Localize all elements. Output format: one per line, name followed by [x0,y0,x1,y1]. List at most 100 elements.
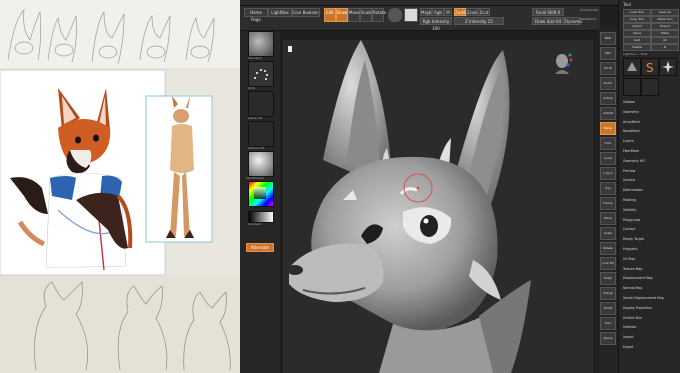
tool-button-import[interactable]: Import [623,23,651,30]
zsub-button[interactable]: Zsub [466,8,478,16]
tool-thumb-polymesh[interactable] [623,58,641,76]
tool-button-visible[interactable]: Visible [623,44,651,51]
right-button-solo[interactable]: Solo [600,317,616,330]
tool-menu-vector-displacement-map[interactable]: Vector Displacement Map [623,296,664,300]
tool-menu-display-properties[interactable]: Display Properties [623,306,652,310]
tool-button-make-polymesh3d[interactable]: Make PolyMesh3D [651,30,679,40]
draw-size-slider[interactable]: Draw Size 64 [532,17,564,25]
svg-text:S: S [646,61,654,75]
tool-menu-export[interactable]: Export [623,345,633,349]
tool-button-copy-tool[interactable]: Copy Tool [623,16,651,23]
tool-menu-deformation[interactable]: Deformation [623,188,643,192]
tool-menu-displacement-map[interactable]: Displacement Map [623,276,653,280]
tool-menu-unified-skin[interactable]: Unified Skin [623,316,642,320]
rgb-button[interactable]: Rgb [432,8,444,16]
zcut-button[interactable]: Zcut [478,8,490,16]
home-page-button[interactable]: Home Page [244,8,268,22]
right-button-line-fill[interactable]: Line Fill [600,257,616,270]
right-button-persp[interactable]: Persp [600,122,616,135]
left-shelf: Standard Dots Alpha Off Texture Off Skin… [240,31,280,373]
tool-menu-arraymesh[interactable]: ArrayMesh [623,120,640,124]
dynamic-button[interactable]: Dynamic [564,17,583,25]
tool-menu-preview[interactable]: Preview [623,169,635,173]
zadd-button[interactable]: Zadd [454,8,466,16]
tool-menu-nanomesh[interactable]: NanoMesh [623,129,640,133]
rotate-mode-button[interactable]: Rotate [372,8,386,22]
right-button-xyz[interactable]: Xyz [600,182,616,195]
3d-viewport[interactable] [283,40,593,373]
mrgb-button[interactable]: Mrgb [420,8,432,16]
right-button-floor[interactable]: Floor [600,137,616,150]
tool-menu-polypaint[interactable]: Polypaint [623,247,638,251]
right-button-aahalf[interactable]: AAHalf [600,107,616,120]
tool-menu-subtool[interactable]: Subtool [623,100,635,104]
brush-standard-icon[interactable] [248,31,274,57]
right-button-frame[interactable]: Frame [600,197,616,210]
draw-mode-button[interactable]: Draw [336,8,348,22]
tool-menu-surface[interactable]: Surface [623,178,635,182]
tool-menu-texture-map[interactable]: Texture Map [623,267,642,271]
right-button-rotate[interactable]: Rotate [600,242,616,255]
reference-image-panel [0,0,240,373]
scale-mode-button[interactable]: Scale [360,8,372,22]
color-picker-icon[interactable] [248,181,274,207]
tool-menu-masking[interactable]: Masking [623,198,636,202]
tool-thumb-sphere[interactable] [641,78,659,96]
m-button[interactable]: M [444,8,452,16]
tool-button-r[interactable]: R [651,44,679,51]
right-button-spix[interactable]: SPix [600,47,616,60]
tool-menu-geometry-hd[interactable]: Geometry HD [623,159,645,163]
tool-button-clone[interactable]: Clone [623,30,651,37]
tool-menu-geometry[interactable]: Geometry [623,110,639,114]
right-button-move[interactable]: Move [600,212,616,225]
right-button-scale[interactable]: Scale [600,227,616,240]
navigation-head-icon[interactable] [551,52,573,76]
right-button-l-sym[interactable]: L.Sym [600,167,616,180]
tool-menu-initialize[interactable]: Initialize [623,325,636,329]
move-mode-button[interactable]: Move [348,8,360,22]
focal-shift-slider[interactable]: Focal Shift 0 [532,8,564,16]
right-button-bpr[interactable]: BPR [600,32,616,45]
right-button-actual[interactable]: Actual [600,92,616,105]
tool-menu-normal-map[interactable]: Normal Map [623,286,642,290]
texture-off-icon[interactable] [248,121,274,147]
stroke-dots-icon[interactable] [248,61,274,87]
right-button-zoom[interactable]: Zoom [600,77,616,90]
right-button-local[interactable]: Local [600,152,616,165]
tool-menu-fibermesh[interactable]: FiberMesh [623,149,639,153]
tool-button-save-as[interactable]: Save As [651,9,679,16]
right-button-xpose[interactable]: Xpose [600,332,616,345]
tool-thumb-simplebrush[interactable]: S [641,58,659,76]
right-button-scroll[interactable]: Scroll [600,62,616,75]
lightbox-button[interactable]: LightBox [268,8,292,17]
tool-menu-import[interactable]: Import [623,335,634,339]
concept-sketches-image [0,0,240,373]
tool-palette-title: Tool [623,2,631,7]
tool-menu-contact[interactable]: Contact [623,227,635,231]
z-intensity-slider[interactable]: Z Intensity 25 [454,17,504,25]
tool-menu-polygroups[interactable]: Polygroups [623,218,640,222]
lightbox-tools-label[interactable]: Lightbox > Tools [623,52,648,56]
tool-button-paste-tool[interactable]: Paste Tool [651,16,679,23]
tool-menu-layers[interactable]: Layers [623,139,634,143]
tool-button-goz[interactable]: GoZ [623,37,651,44]
rgb-intensity-slider[interactable]: Rgb Intensity 100 [420,17,452,31]
edit-mode-button[interactable]: Edit [324,8,336,22]
tool-menu-visibility[interactable]: Visibility [623,208,636,212]
alternate-button[interactable]: Alternate [246,243,274,252]
tool-button-load-tool[interactable]: Load Tool [623,9,651,16]
tool-button-all[interactable]: All [651,37,679,44]
alpha-off-icon[interactable] [248,91,274,117]
right-button-transp[interactable]: Transp [600,287,616,300]
live-boolean-button[interactable]: Live Boolean [292,8,320,17]
color-swatch-icon[interactable] [404,8,418,22]
right-button-ghost[interactable]: Ghost [600,302,616,315]
material-sphere-icon[interactable] [248,151,274,177]
tool-menu-morph-target[interactable]: Morph Target [623,237,644,241]
tool-button-export[interactable]: Export [651,23,679,30]
tool-thumb-star[interactable] [659,58,677,76]
tool-menu-uv-map[interactable]: UV Map [623,257,635,261]
material-sphere-icon[interactable] [388,8,402,22]
right-button-polyf[interactable]: PolyF [600,272,616,285]
tool-thumb-cylinder[interactable] [623,78,641,96]
